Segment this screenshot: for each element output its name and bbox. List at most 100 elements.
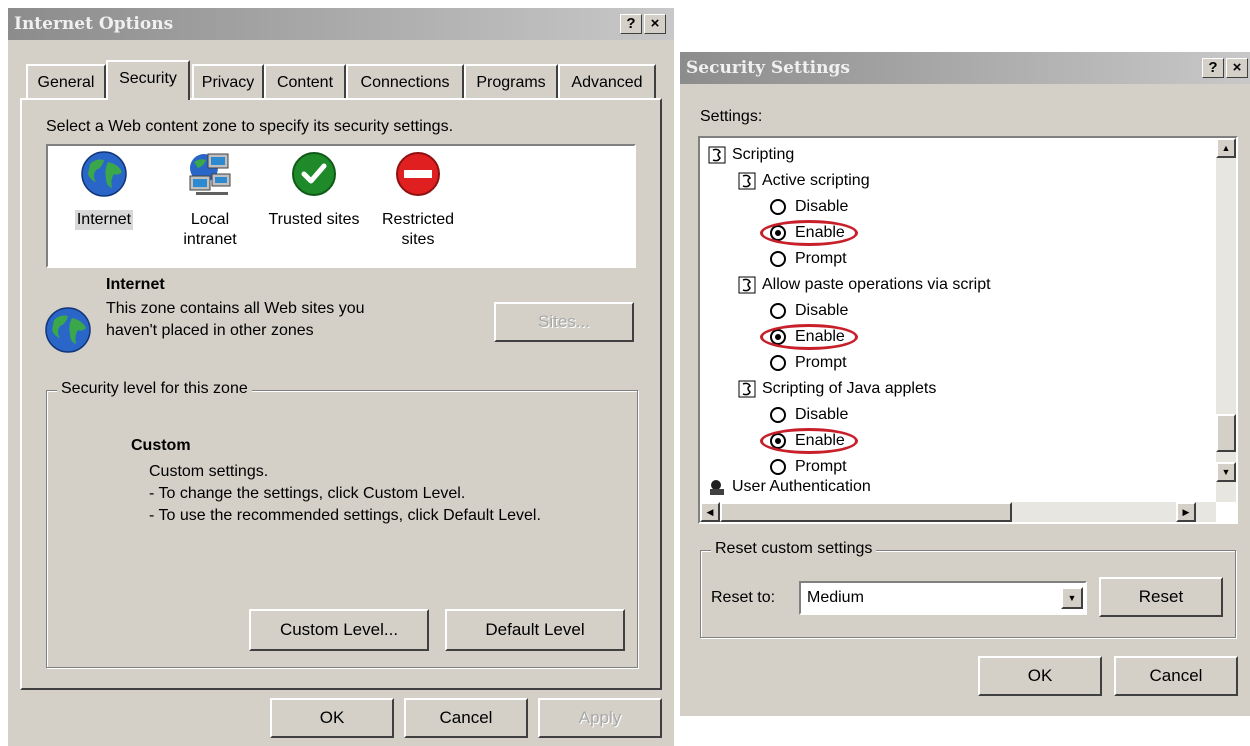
scroll-left-button[interactable]: ◀ [700,502,720,522]
tab-connections[interactable]: Connections [346,64,464,98]
close-button[interactable]: × [1226,58,1248,78]
tab-programs[interactable]: Programs [464,64,558,98]
radio-button[interactable] [770,329,786,345]
help-button[interactable]: ? [620,14,642,34]
tab-general[interactable]: General [26,64,106,98]
reset-to-label: Reset to: [711,589,776,606]
radio-button[interactable] [770,459,786,475]
tab-label: Connections [360,74,450,91]
tree-setting: Scripting of Java applets [738,378,936,400]
selected-zone-description: This zone contains all Web sites you [106,300,365,317]
tab-content[interactable]: Content [264,64,346,98]
tree-category-scripting: Scripting [708,144,794,166]
zone-trusted-sites[interactable]: Trusted sites [262,150,366,230]
zone-label: Local intranet [183,211,237,248]
script-icon [708,146,726,164]
selected-zone-description: haven't placed in other zones [106,322,314,339]
radio-option[interactable]: Disable [770,300,848,322]
help-button[interactable]: ? [1202,58,1224,78]
radio-button[interactable] [770,303,786,319]
radio-label: Prompt [795,458,847,475]
tree-category-label: Scripting [732,146,795,163]
security-level-description: - To change the settings, click Custom L… [149,485,466,502]
tab-label: Advanced [571,74,643,91]
tree-setting-label: Scripting of Java applets [762,380,937,397]
tree-setting-label: Allow paste operations via script [762,276,991,293]
radio-option[interactable]: Enable [770,430,845,452]
ok-button[interactable]: OK [978,656,1102,696]
scroll-right-button[interactable]: ▶ [1176,502,1196,522]
radio-label: Disable [795,302,849,319]
security-level-description: - To use the recommended settings, click… [149,507,541,524]
tab-advanced[interactable]: Advanced [558,64,656,98]
radio-button[interactable] [770,433,786,449]
radio-option[interactable]: Prompt [770,456,847,478]
zone-internet[interactable]: Internet [54,150,154,230]
security-level-group-label: Security level for this zone [57,380,252,398]
close-button[interactable]: × [644,14,666,34]
user-key-icon [710,480,724,495]
radio-button[interactable] [770,251,786,267]
reset-custom-settings-group: Reset custom settings Reset to: Medium ▼… [700,540,1236,638]
tab-security[interactable]: Security [106,60,190,100]
tree-category-user-authentication: User Authentication [708,476,871,498]
script-icon [738,380,756,398]
default-level-button[interactable]: Default Level [445,609,625,651]
radio-option[interactable]: Enable [770,222,845,244]
scroll-thumb[interactable] [1216,414,1236,452]
radio-label: Prompt [795,354,847,371]
custom-level-button[interactable]: Custom Level... [249,609,429,651]
reset-group-label: Reset custom settings [711,540,877,558]
cancel-button[interactable]: Cancel [1114,656,1238,696]
reset-to-value: Medium [807,589,864,606]
radio-button[interactable] [770,225,786,241]
tree-category-label: User Authentication [732,478,871,495]
globe-icon [45,307,91,353]
radio-option[interactable]: Prompt [770,248,847,270]
radio-button[interactable] [770,407,786,423]
tab-privacy[interactable]: Privacy [192,64,264,98]
tree-setting-label: Active scripting [762,172,870,189]
reset-to-select[interactable]: Medium ▼ [799,581,1087,615]
horizontal-scrollbar[interactable]: ◀ ▶ [700,502,1216,522]
vertical-scrollbar[interactable]: ▲ ▼ [1216,138,1236,502]
radio-label: Disable [795,198,849,215]
zone-restricted-sites[interactable]: Restricted sites [370,150,466,250]
radio-option[interactable]: Disable [770,404,848,426]
reset-button[interactable]: Reset [1099,577,1223,617]
tree-setting: Active scripting [738,170,870,192]
radio-label: Disable [795,406,849,423]
scroll-down-button[interactable]: ▼ [1216,462,1236,482]
zone-local-intranet[interactable]: Local intranet [160,150,260,250]
checkmark-icon [292,152,336,196]
radio-option[interactable]: Prompt [770,352,847,374]
tab-label: Security [119,70,177,87]
radio-button[interactable] [770,355,786,371]
ok-button[interactable]: OK [270,698,394,738]
settings-tree: Scripting Active scripting Disable Enabl… [698,136,1238,524]
security-level-description: Custom settings. [149,463,269,480]
settings-label: Settings: [700,108,763,125]
globe-icon [81,151,127,197]
radio-option[interactable]: Disable [770,196,848,218]
scroll-thumb[interactable] [720,502,1012,522]
radio-button[interactable] [770,199,786,215]
apply-button[interactable]: Apply [538,698,662,738]
chevron-down-icon[interactable]: ▼ [1061,587,1083,609]
tab-label: Content [276,74,334,91]
sites-button[interactable]: Sites... [494,302,634,342]
internet-options-titlebar[interactable]: Internet Options [8,8,674,40]
network-computers-icon [189,153,231,195]
scroll-up-button[interactable]: ▲ [1216,138,1236,158]
radio-label: Enable [795,432,845,449]
security-settings-dialog: Security Settings ? × Settings: Scriptin… [680,52,1250,716]
security-tab-panel: Select a Web content zone to specify its… [20,98,662,690]
radio-option[interactable]: Enable [770,326,845,348]
cancel-button[interactable]: Cancel [404,698,528,738]
tab-label: Privacy [201,74,255,91]
security-level-group: Security level for this zone Custom Cust… [46,380,638,668]
tab-label: General [37,74,95,91]
zone-label: Internet [74,210,134,230]
security-settings-titlebar[interactable]: Security Settings [680,52,1250,84]
selected-zone-name: Internet [106,276,165,293]
